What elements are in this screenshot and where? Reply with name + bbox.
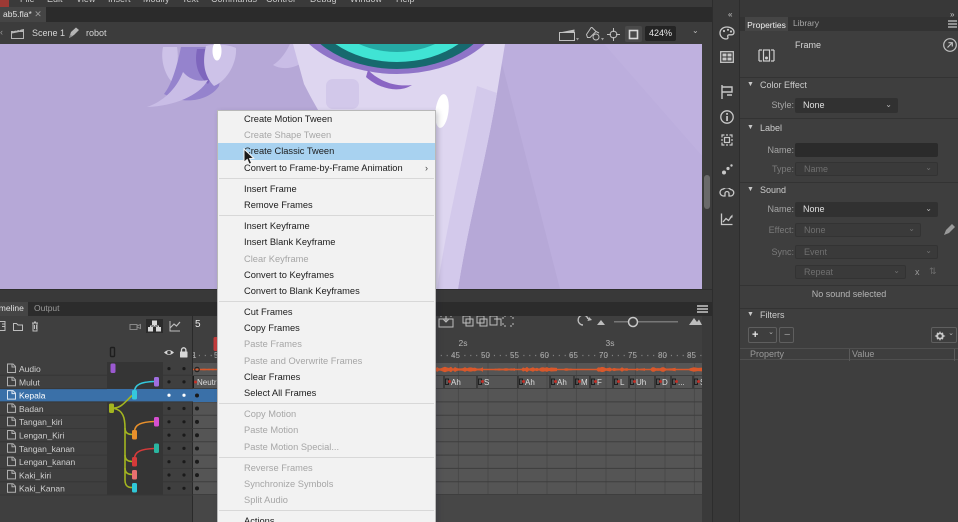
svg-text:2s: 2s <box>459 338 468 348</box>
svg-text:Kaki_Kanan: Kaki_Kanan <box>19 484 65 494</box>
svg-text:Ah: Ah <box>451 378 461 387</box>
svg-text:L: L <box>620 378 625 387</box>
svg-text:Lengan_kanan: Lengan_kanan <box>19 457 76 467</box>
svg-text:...: ... <box>678 378 685 387</box>
svg-text:S: S <box>484 378 489 387</box>
svg-text:Ah: Ah <box>557 378 567 387</box>
svg-text:Uh: Uh <box>636 378 646 387</box>
svg-text:3s: 3s <box>606 338 615 348</box>
svg-text:Kaki_kiri: Kaki_kiri <box>19 470 51 480</box>
svg-text:D: D <box>662 378 668 387</box>
svg-text:Tangan_kanan: Tangan_kanan <box>19 444 75 454</box>
svg-text:Tangan_kiri: Tangan_kiri <box>19 417 63 427</box>
svg-text:Audio: Audio <box>19 364 41 374</box>
svg-text:F: F <box>597 378 602 387</box>
svg-text:5: 5 <box>195 319 201 330</box>
svg-text:Kepala: Kepala <box>19 391 46 401</box>
svg-text:M: M <box>581 378 588 387</box>
svg-text:Lengan_Kiri: Lengan_Kiri <box>19 431 64 441</box>
svg-text:Mulut: Mulut <box>19 377 40 387</box>
svg-text:Badan: Badan <box>19 404 44 414</box>
svg-text:Ah: Ah <box>525 378 535 387</box>
